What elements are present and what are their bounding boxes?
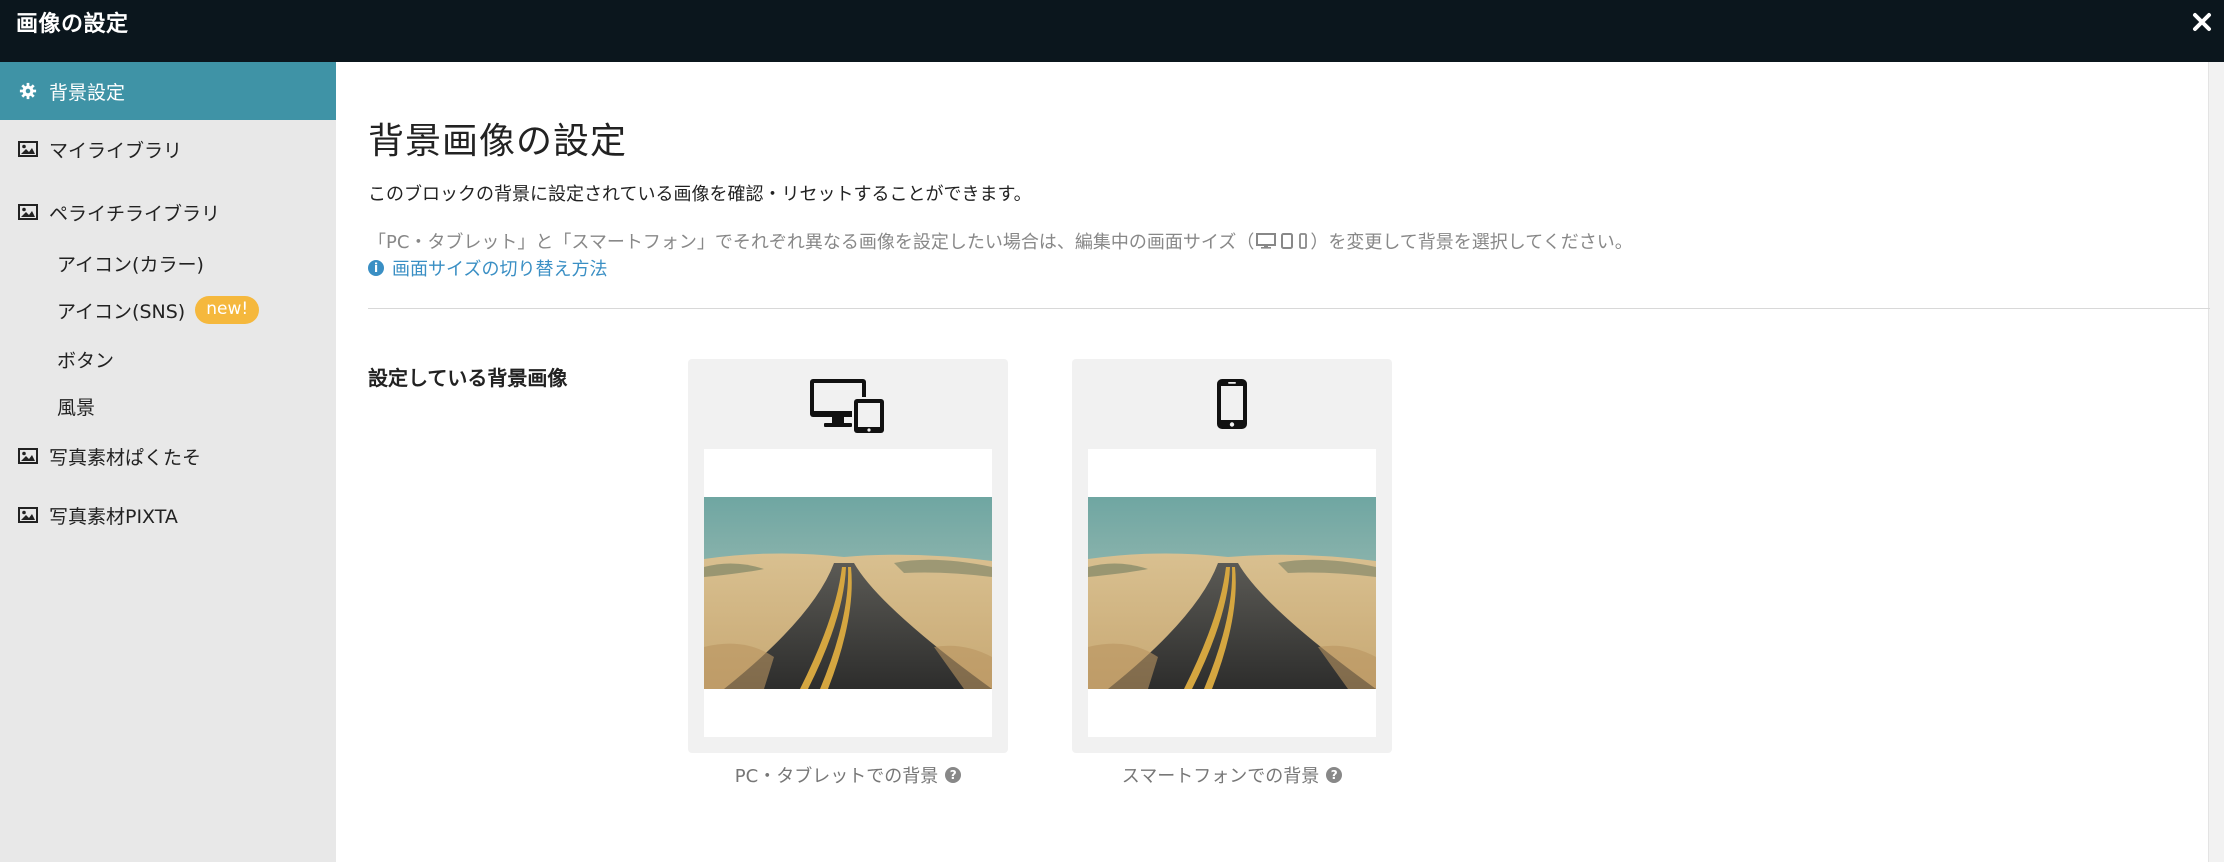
sidebar-item-my-library[interactable]: マイライブラリ: [0, 120, 336, 178]
sidebar-subitem-icon-sns[interactable]: アイコン(SNS) new!: [57, 295, 260, 325]
scrollbar[interactable]: [2208, 62, 2224, 862]
image-icon: [17, 138, 39, 160]
window-titlebar: 画像の設定: [0, 0, 2224, 62]
desktop-icon: [1256, 233, 1277, 249]
sidebar-item-peraichi-library[interactable]: ペライチライブラリ: [0, 183, 336, 241]
divider: [368, 308, 2210, 309]
sidebar: 背景設定 マイライブラリ ペライチライブラリ アイコン(カラー) アイコン(SN…: [0, 62, 336, 862]
tablet-icon: [1281, 233, 1294, 249]
road-landscape-image: [1088, 497, 1376, 689]
sidebar-subitem-icon-color[interactable]: アイコン(カラー): [57, 248, 204, 278]
pc-tablet-background-card[interactable]: [688, 359, 1008, 753]
sidebar-item-label: 背景設定: [49, 81, 126, 104]
window-title: 画像の設定: [16, 12, 129, 37]
background-preview: [1088, 449, 1376, 737]
image-icon: [17, 201, 39, 223]
new-badge: new!: [195, 296, 260, 324]
sidebar-item-label: マイライブラリ: [49, 139, 183, 162]
sidebar-item-label: 写真素材PIXTA: [49, 505, 178, 528]
sidebar-item-label: ペライチライブラリ: [49, 202, 221, 225]
page-title: 背景画像の設定: [368, 121, 628, 162]
background-preview: [704, 449, 992, 737]
pc-tablet-caption: PC・タブレットでの背景 ?: [688, 762, 1008, 788]
sidebar-item-label: 写真素材ぱくたそ: [49, 446, 202, 469]
smartphone-caption: スマートフォンでの背景 ?: [1072, 762, 1392, 788]
smartphone-icon: [1072, 377, 1392, 437]
sidebar-item-background-settings[interactable]: 背景設定: [0, 62, 336, 120]
page-description: このブロックの背景に設定されている画像を確認・リセットすることができます。: [368, 184, 1032, 205]
image-icon: [17, 445, 39, 467]
smartphone-icon: [1299, 233, 1308, 249]
sidebar-item-pixta[interactable]: 写真素材PIXTA: [0, 486, 336, 544]
gear-icon: [17, 80, 39, 102]
road-landscape-image: [704, 497, 992, 689]
main-panel: 背景画像の設定 このブロックの背景に設定されている画像を確認・リセットすることが…: [336, 62, 2224, 862]
sidebar-item-pakutaso[interactable]: 写真素材ぱくたそ: [0, 427, 336, 485]
screen-size-note: 「PC・タブレット」と「スマートフォン」でそれぞれ異なる画像を設定したい場合は、…: [368, 232, 1633, 253]
info-icon: i: [368, 260, 384, 276]
desktop-tablet-icon: [688, 377, 1008, 437]
image-icon: [17, 504, 39, 526]
close-icon[interactable]: [2186, 6, 2218, 38]
smartphone-background-card[interactable]: [1072, 359, 1392, 753]
section-label: 設定している背景画像: [368, 366, 568, 390]
help-icon[interactable]: ?: [1326, 767, 1343, 783]
sidebar-subitem-landscape[interactable]: 風景: [57, 391, 95, 421]
help-icon[interactable]: ?: [945, 767, 962, 783]
screen-size-help-link[interactable]: i 画面サイズの切り替え方法: [368, 255, 607, 281]
sidebar-subitem-button[interactable]: ボタン: [57, 344, 114, 374]
